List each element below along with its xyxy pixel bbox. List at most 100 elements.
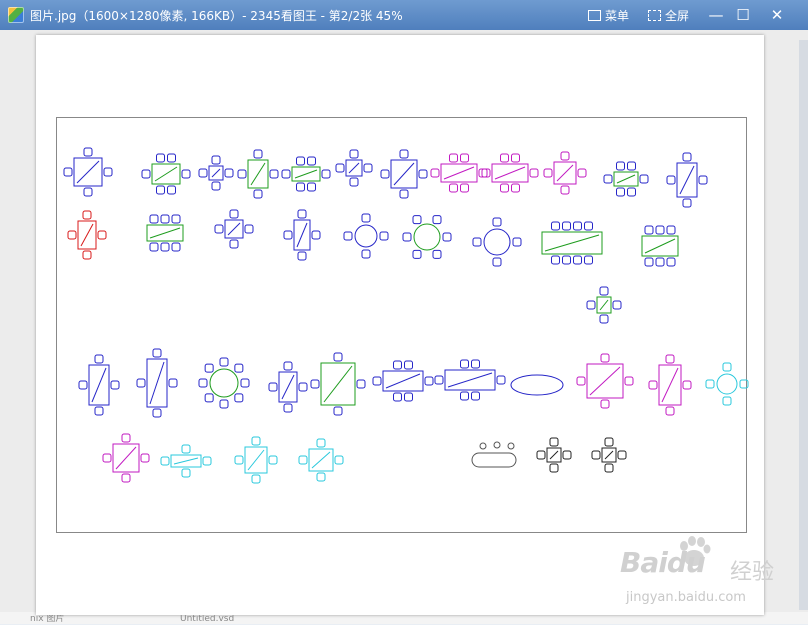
furniture-drawing	[63, 147, 749, 484]
table-glass-line	[549, 450, 559, 460]
chair-symbol	[722, 396, 732, 406]
scrollbar[interactable]	[799, 40, 808, 610]
table-glass-line	[556, 164, 574, 182]
chair-symbol	[393, 360, 402, 370]
chair-symbol	[229, 239, 239, 249]
chair-symbol	[449, 183, 458, 193]
chair-symbol	[349, 177, 359, 187]
chair-symbol	[549, 463, 559, 473]
chair-symbol	[214, 224, 224, 234]
chair-symbol	[586, 300, 596, 310]
chair-symbol	[181, 468, 191, 478]
table-glass-line	[393, 162, 415, 186]
chair-symbol	[234, 363, 244, 373]
chair-symbol	[500, 153, 509, 163]
chair-symbol	[251, 474, 261, 484]
round-table-symbol	[479, 442, 487, 450]
chair-symbol	[321, 169, 331, 179]
chair-symbol	[224, 168, 234, 178]
chair-symbol	[298, 382, 308, 392]
chair-symbol	[152, 348, 162, 358]
chair-symbol	[363, 163, 373, 173]
chair-symbol	[551, 221, 560, 231]
chair-symbol	[399, 189, 409, 199]
chair-symbol	[399, 149, 409, 159]
table-glass-line	[80, 223, 94, 247]
chair-symbol	[349, 149, 359, 159]
chair-symbol	[492, 217, 502, 227]
chair-symbol	[219, 357, 229, 367]
table-glass-line	[296, 222, 308, 248]
watermark-cn: 经验	[730, 560, 775, 585]
chair-symbol	[511, 153, 520, 163]
round-table-symbol	[716, 373, 738, 395]
chair-symbol	[181, 169, 191, 179]
chair-symbol	[307, 182, 316, 192]
round-table-symbol	[507, 442, 515, 450]
chair-symbol	[141, 169, 151, 179]
fullscreen-button[interactable]: 全屏	[644, 4, 693, 26]
chair-symbol	[551, 255, 560, 265]
chair-symbol	[573, 255, 582, 265]
menu-button[interactable]: 菜单	[584, 4, 633, 26]
chair-symbol	[251, 436, 261, 446]
chair-symbol	[599, 286, 609, 296]
chair-symbol	[584, 221, 593, 231]
chair-symbol	[705, 379, 715, 389]
round-table-symbol	[354, 224, 378, 248]
maximize-button[interactable]: ☐	[726, 0, 760, 30]
chair-symbol	[600, 353, 610, 363]
maximize-icon: ☐	[736, 6, 750, 24]
round-table-symbol	[493, 441, 501, 449]
chair-symbol	[576, 376, 586, 386]
chair-symbol	[562, 221, 571, 231]
chair-symbol	[156, 153, 165, 163]
chair-symbol	[573, 221, 582, 231]
table-glass-line	[115, 446, 137, 470]
chair-symbol	[136, 378, 146, 388]
chair-symbol	[253, 189, 263, 199]
chair-symbol	[471, 359, 480, 369]
close-button[interactable]: ✕	[760, 0, 794, 30]
table-glass-line	[311, 451, 331, 469]
title-bar[interactable]: 图片.jpg（1600×1280像素, 166KB）- 2345看图王 - 第2…	[0, 0, 808, 30]
chair-symbol	[67, 230, 77, 240]
chair-symbol	[334, 455, 344, 465]
chair-symbol	[296, 182, 305, 192]
chair-symbol	[229, 209, 239, 219]
chair-symbol	[549, 437, 559, 447]
table-glass-line	[250, 162, 266, 186]
watermark-brand: Baidu	[620, 546, 706, 579]
chair-symbol	[316, 438, 326, 448]
chair-symbol	[204, 363, 214, 373]
chair-symbol	[268, 455, 278, 465]
chair-symbol	[412, 215, 422, 225]
chair-symbol	[560, 151, 570, 161]
chair-symbol	[211, 155, 221, 165]
table-glass-line	[91, 367, 107, 403]
chair-symbol	[82, 210, 92, 220]
chair-symbol	[240, 378, 250, 388]
chair-symbol	[167, 185, 176, 195]
chair-symbol	[94, 406, 104, 416]
round-table-symbol	[483, 228, 511, 256]
chair-symbol	[543, 168, 553, 178]
chair-symbol	[297, 251, 307, 261]
chair-symbol	[529, 168, 539, 178]
table-glass-line	[348, 162, 360, 174]
table-glass-line	[247, 449, 265, 471]
table-glass-line	[494, 166, 526, 180]
chair-symbol	[149, 242, 159, 252]
chair-symbol	[211, 181, 221, 191]
chair-symbol	[562, 450, 572, 460]
app-icon	[8, 7, 24, 23]
chair-symbol	[393, 392, 402, 402]
chair-symbol	[311, 230, 321, 240]
chair-symbol	[298, 455, 308, 465]
oval-table-symbol	[510, 374, 564, 396]
chair-symbol	[698, 175, 708, 185]
table-glass-line	[173, 457, 199, 465]
baidu-watermark: Baidu 经验 jingyan.baidu.com	[620, 536, 800, 610]
chair-symbol	[682, 152, 692, 162]
chair-symbol	[253, 149, 263, 159]
